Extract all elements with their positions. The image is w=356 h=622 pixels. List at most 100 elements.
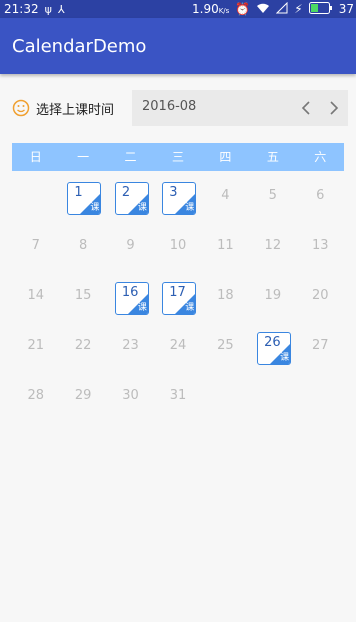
day-cell-27[interactable]: 27 <box>297 321 344 371</box>
day-number: 13 <box>311 238 329 253</box>
prev-month-button[interactable] <box>296 96 316 120</box>
weekday-mon: 一 <box>77 150 90 164</box>
picker-label: 选择上课时间 <box>36 103 115 118</box>
class-tag: 课 <box>280 353 290 363</box>
day-number: 24 <box>169 338 187 353</box>
day-number: 18 <box>217 288 234 303</box>
net-speed-value: 1.90 <box>192 2 219 16</box>
battery-level: 37 <box>338 2 354 16</box>
day-number: 9 <box>126 238 135 253</box>
day-number: 30 <box>122 388 139 403</box>
calendar-grid: 1 课 2 课 3 课 4 5 6 7 8 9 10 11 12 13 14 15 16 课 17 课 18 19 20 21 22… <box>12 171 344 421</box>
class-tag: 课 <box>137 203 147 213</box>
day-number: 6 <box>316 188 325 203</box>
day-number: 5 <box>268 188 277 203</box>
day-number: 8 <box>78 238 88 253</box>
day-cell-6[interactable]: 6 <box>297 171 344 221</box>
day-cell-5[interactable]: 5 <box>249 171 296 221</box>
day-number: 27 <box>311 338 329 353</box>
day-cell-21[interactable]: 21 <box>12 321 59 371</box>
day-number: 29 <box>74 388 92 403</box>
calendar-week-row: 21 22 23 24 25 26 课 27 <box>12 321 344 371</box>
day-cell-7[interactable]: 7 <box>12 221 59 271</box>
day-cell-29[interactable]: 29 <box>59 371 106 421</box>
day-number: 21 <box>27 338 44 353</box>
calendar-week-row: 7 8 9 10 11 12 13 <box>12 221 344 271</box>
day-cell-15[interactable]: 15 <box>59 271 106 321</box>
day-cell-4[interactable]: 4 <box>202 171 249 221</box>
calendar-week-row: 28 29 30 31 <box>12 371 344 421</box>
day-number: 12 <box>264 238 282 253</box>
status-time: 21:32 <box>4 2 39 16</box>
day-number: 25 <box>217 338 234 353</box>
class-day-marker: 16 课 <box>114 282 149 315</box>
day-cell-12[interactable]: 12 <box>249 221 296 271</box>
weekday-thu: 四 <box>219 150 232 164</box>
day-cell-3[interactable]: 3课 <box>154 171 201 221</box>
day-number: 10 <box>169 238 187 253</box>
day-cell-9[interactable]: 9 <box>107 221 154 271</box>
day-cell-22[interactable]: 22 <box>59 321 106 371</box>
class-tag: 课 <box>90 203 100 213</box>
day-cell-empty <box>12 171 59 221</box>
day-cell-24[interactable]: 24 <box>154 321 201 371</box>
day-cell-26[interactable]: 26 课 <box>249 321 296 371</box>
signal-icon <box>276 1 288 17</box>
day-cell-18[interactable]: 18 <box>202 271 249 321</box>
day-cell-11[interactable]: 11 <box>202 221 249 271</box>
app-title: CalendarDemo <box>12 36 147 57</box>
class-tag: 课 <box>185 303 195 313</box>
day-number: 19 <box>264 288 282 303</box>
weekday-header: 日 一 二 三 四 五 六 <box>12 143 344 171</box>
calendar-week-row: 1课 2课 3课 4 5 6 <box>12 171 344 221</box>
day-cell-17[interactable]: 17 课 <box>154 271 201 321</box>
weekday-tue: 二 <box>124 150 137 164</box>
day-number: 28 <box>27 388 44 403</box>
day-cell-1[interactable]: 1课 <box>59 171 106 221</box>
alarm-icon: ⏰ <box>235 2 251 16</box>
class-tag: 课 <box>137 303 147 313</box>
next-month-button[interactable] <box>324 96 344 120</box>
day-cell-8[interactable]: 8 <box>59 221 106 271</box>
day-number: 31 <box>169 388 187 403</box>
day-cell-30[interactable]: 30 <box>107 371 154 421</box>
class-day-marker: 2课 <box>114 182 149 215</box>
status-bar: 21:32 ψ ⅄ 1.90K/s ⏰ ⚡ 37 <box>0 0 356 18</box>
class-day-marker: 3课 <box>162 182 197 215</box>
weekday-wed: 三 <box>171 150 184 164</box>
current-month: 2016-08 <box>142 99 197 114</box>
day-cell-28[interactable]: 28 <box>12 371 59 421</box>
day-number: 15 <box>74 288 92 303</box>
day-cell-empty <box>249 371 296 421</box>
class-day-marker: 1课 <box>67 182 102 215</box>
net-speed-unit: K/s <box>218 7 230 15</box>
class-day-marker: 26 课 <box>257 332 292 365</box>
weekday-sun: 日 <box>29 150 42 164</box>
weekday-sat: 六 <box>314 150 327 164</box>
class-tag: 课 <box>185 203 195 213</box>
day-cell-31[interactable]: 31 <box>154 371 201 421</box>
battery-icon <box>308 1 333 17</box>
day-cell-14[interactable]: 14 <box>12 271 59 321</box>
day-cell-19[interactable]: 19 <box>249 271 296 321</box>
day-cell-23[interactable]: 23 <box>107 321 154 371</box>
day-cell-10[interactable]: 10 <box>154 221 201 271</box>
day-cell-25[interactable]: 25 <box>202 321 249 371</box>
net-speed: 1.90K/s <box>192 2 229 16</box>
day-number: 4 <box>221 188 230 203</box>
day-number: 23 <box>122 338 139 353</box>
day-cell-empty <box>297 371 344 421</box>
weekday-fri: 五 <box>266 150 279 164</box>
day-cell-empty <box>202 371 249 421</box>
day-cell-13[interactable]: 13 <box>297 221 344 271</box>
month-selector[interactable]: 2016-08 <box>132 90 348 126</box>
class-day-marker: 17 课 <box>162 282 197 315</box>
day-cell-16[interactable]: 16 课 <box>107 271 154 321</box>
charging-icon: ⚡ <box>294 2 303 16</box>
day-number: 7 <box>31 238 40 253</box>
day-number: 22 <box>74 338 92 353</box>
chevron-left-icon <box>301 101 310 115</box>
day-number: 14 <box>27 288 44 303</box>
day-cell-20[interactable]: 20 <box>297 271 344 321</box>
day-cell-2[interactable]: 2课 <box>107 171 154 221</box>
